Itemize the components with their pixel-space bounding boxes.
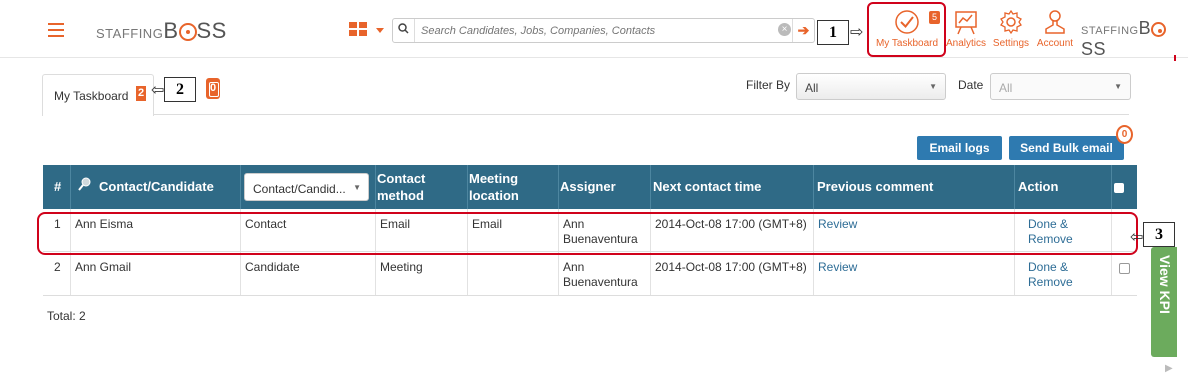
nav-account[interactable]: Account: [1035, 8, 1075, 49]
callout-2-arrow: ⇦: [151, 82, 165, 99]
filter-by-label: Filter By: [746, 78, 791, 92]
row-assigner: Ann Buenaventura: [559, 252, 651, 295]
global-search: × ➔: [392, 18, 815, 43]
nav-settings-label: Settings: [992, 38, 1030, 49]
chevron-down-icon: ▼: [1114, 82, 1122, 91]
tab-my-taskboard-label: My Taskboard: [54, 89, 129, 103]
row-num: 2: [43, 252, 71, 295]
header-contact-candidate[interactable]: Contact/Candidate: [71, 165, 241, 209]
search-go-arrow-icon[interactable]: ➔: [792, 19, 814, 42]
hamburger-menu-icon[interactable]: [48, 23, 64, 37]
search-icon: [78, 177, 92, 194]
staffingboss-logo-right: STAFFINGBSS: [1081, 18, 1188, 60]
header-meeting-location: Meeting location: [468, 165, 559, 209]
tab-count-badge: 2: [136, 86, 146, 101]
chevron-down-icon: ▼: [929, 82, 937, 91]
header-num: #: [43, 165, 71, 209]
gear-icon: [1000, 9, 1022, 35]
header-action: Action: [1015, 165, 1112, 209]
header-select-all: [1112, 165, 1137, 209]
check-circle-icon: [895, 10, 919, 34]
search-icon[interactable]: [393, 19, 415, 42]
chart-board-icon: [955, 11, 977, 35]
user-icon: [1045, 10, 1065, 34]
row-checkbox[interactable]: [1119, 263, 1130, 274]
chevron-down-icon: ▼: [353, 183, 361, 192]
row-name[interactable]: Ann Gmail: [71, 252, 241, 295]
done-remove-link[interactable]: Done & Remove: [1015, 252, 1112, 295]
taskboard-count-badge: 5: [929, 11, 940, 24]
date-select[interactable]: All ▼: [990, 73, 1131, 100]
callout-3-arrow: ⇦: [1130, 229, 1144, 246]
bulk-email-count-badge: 0: [1116, 125, 1133, 144]
view-kpi-label: View KPI: [1157, 255, 1173, 314]
date-label: Date: [958, 78, 984, 92]
date-value: All: [999, 81, 1013, 95]
staffingboss-logo[interactable]: STAFFINGB SS: [96, 18, 227, 44]
row-time: 2014-Oct-08 17:00 (GMT+8): [651, 252, 814, 295]
send-bulk-email-button[interactable]: Send Bulk email: [1009, 136, 1124, 160]
header-previous-comment: Previous comment: [814, 165, 1015, 209]
callout-3: 3: [1143, 222, 1175, 247]
scroll-right-icon[interactable]: ▶: [1165, 363, 1173, 374]
table-row: 2 Ann Gmail Candidate Meeting Ann Buenave…: [43, 252, 1137, 296]
callout-1: 1: [817, 20, 849, 45]
contact-type-filter-select[interactable]: Contact/Candid... ▼: [244, 173, 369, 201]
filter-by-select[interactable]: All ▼: [796, 73, 946, 100]
row-method: Meeting: [376, 252, 468, 295]
filter-by-value: All: [805, 81, 819, 95]
email-logs-button[interactable]: Email logs: [917, 136, 1002, 160]
header-next-contact-time: Next contact time: [651, 165, 814, 209]
tab-underline: [154, 114, 1129, 115]
secondary-tab-badge[interactable]: 0: [206, 78, 220, 99]
callout-2: 2: [164, 77, 196, 102]
view-kpi-tab[interactable]: View KPI: [1151, 247, 1177, 357]
nav-settings[interactable]: Settings: [992, 8, 1030, 49]
nav-account-label: Account: [1036, 38, 1074, 49]
header-assigner: Assigner: [559, 165, 651, 209]
header-contact-method: Contact method: [376, 165, 468, 209]
apps-grid-icon[interactable]: [349, 22, 387, 38]
table-header: # Contact/Candidate Contact/Candid... ▼ …: [43, 165, 1137, 209]
row-location: [468, 252, 559, 295]
callout-1-arrow: ⇨: [850, 24, 864, 41]
row-type: Candidate: [241, 252, 376, 295]
nav-analytics[interactable]: Analytics: [945, 8, 987, 49]
top-navigation-bar: STAFFINGBSS × ➔ 1 ⇨ My Taskboard 5 Analy…: [0, 0, 1188, 60]
divider-mark: [1174, 55, 1176, 61]
row-comment-link[interactable]: Review: [814, 252, 1015, 295]
nav-analytics-label: Analytics: [945, 38, 986, 49]
clear-search-icon[interactable]: ×: [778, 23, 791, 36]
table-total: Total: 2: [47, 309, 86, 323]
nav-my-taskboard-label: My Taskboard: [875, 38, 939, 49]
select-all-checkbox[interactable]: [1114, 183, 1124, 193]
row-check-cell: [1112, 252, 1137, 295]
row-highlight-frame: [37, 212, 1138, 255]
tab-my-taskboard[interactable]: My Taskboard 2: [42, 74, 154, 116]
search-input[interactable]: [421, 22, 761, 39]
